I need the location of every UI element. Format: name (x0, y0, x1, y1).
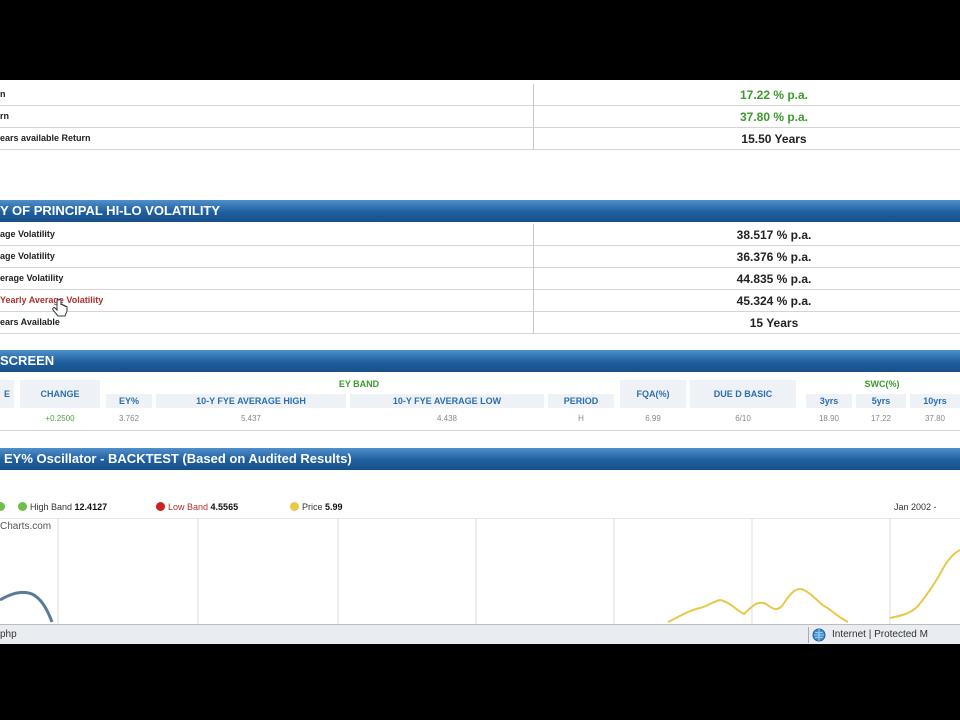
screen-section-title: SCREEN (0, 353, 55, 368)
col-header-avg-low: 10-Y FYE AVERAGE LOW (350, 394, 544, 408)
cell-3yrs: 18.90 (818, 414, 840, 423)
return-label: n (0, 89, 6, 99)
screen-section-header: SCREEN (0, 350, 960, 372)
return-value: 17.22 % p.a. (739, 88, 809, 102)
legend-item-high-band: High Band 12.4127 (18, 502, 107, 512)
legend-dot-icon (290, 502, 299, 511)
col-header-e: E (0, 380, 14, 408)
legend-item-low-band: Low Band 4.5565 (156, 502, 238, 512)
globe-icon (812, 628, 826, 642)
return-row-1: n 17.22 % p.a. (0, 84, 960, 106)
legend-label: Price (302, 502, 323, 512)
cell-period: H (578, 414, 584, 423)
volatility-value: 36.376 % p.a. (736, 250, 812, 264)
cell-due-basic: 6/10 (735, 414, 751, 423)
legend-item-partial (0, 502, 8, 512)
cell-ey-pct: 3.762 (118, 414, 140, 423)
col-header-due-basic: DUE D BASIC (690, 380, 796, 408)
volatility-row-5: ears Available 15 Years (0, 312, 960, 334)
cell-5yrs: 17.22 (870, 414, 892, 423)
status-divider (808, 627, 809, 643)
col-header-5yrs: 5yrs (856, 394, 906, 408)
volatility-label: age Volatility (0, 229, 55, 239)
legend-dot-icon (156, 502, 165, 511)
status-security-zone[interactable]: Internet | Protected M (832, 629, 928, 640)
col-header-swc: SWC(%) (864, 379, 900, 389)
row-divider (0, 430, 960, 431)
cell-avg-low: 4.438 (436, 414, 458, 423)
volatility-value: 44.835 % p.a. (736, 272, 812, 286)
browser-viewport: n 17.22 % p.a. rn 37.80 % p.a. ears avai… (0, 80, 960, 644)
legend-label: Low Band (168, 502, 209, 512)
volatility-row-4[interactable]: Yearly Average Volatility 45.324 % p.a. (0, 290, 960, 312)
return-value: 37.80 % p.a. (739, 110, 809, 124)
col-header-change: CHANGE (20, 380, 100, 408)
volatility-label: erage Volatility (0, 273, 64, 283)
return-value: 15.50 Years (741, 132, 807, 146)
legend-value: 12.4127 (74, 502, 108, 512)
volatility-section-title: Y OF PRINCIPAL HI-LO VOLATILITY (0, 203, 221, 218)
browser-status-bar: php Internet | Protected M (0, 624, 960, 644)
volatility-row-2: age Volatility 36.376 % p.a. (0, 246, 960, 268)
backtest-chart (0, 518, 960, 624)
legend-value: 4.5565 (210, 502, 239, 512)
col-header-fqa: FQA(%) (620, 380, 686, 408)
col-header-10yrs: 10yrs (910, 394, 960, 408)
volatility-value: 45.324 % p.a. (736, 294, 812, 308)
legend-item-price: Price 5.99 (290, 502, 343, 512)
cell-avg-high: 5.437 (240, 414, 262, 423)
col-header-period: PERIOD (548, 394, 614, 408)
backtest-section-header: EY% Oscillator - BACKTEST (Based on Audi… (0, 448, 960, 470)
chart-ey-line (0, 590, 54, 623)
cell-10yrs: 37.80 (924, 414, 946, 423)
col-header-ey-band: EY BAND (338, 379, 380, 389)
col-header-3yrs: 3yrs (806, 394, 852, 408)
return-row-2: rn 37.80 % p.a. (0, 106, 960, 128)
legend-dot-icon (18, 502, 27, 511)
cell-fqa: 6.99 (645, 414, 661, 423)
volatility-label: age Volatility (0, 251, 55, 261)
status-url: php (0, 629, 17, 640)
legend-value: 5.99 (325, 502, 343, 512)
volatility-section-header: Y OF PRINCIPAL HI-LO VOLATILITY (0, 200, 960, 222)
col-header-ey-pct: EY% (106, 394, 152, 408)
volatility-value: 38.517 % p.a. (736, 228, 812, 242)
cell-change: +0.2500 (45, 414, 75, 423)
return-label: ears available Return (0, 133, 91, 143)
volatility-value: 15 Years (749, 316, 799, 330)
col-header-avg-high: 10-Y FYE AVERAGE HIGH (156, 394, 346, 408)
volatility-row-3: erage Volatility 44.835 % p.a. (0, 268, 960, 290)
chart-price-line (667, 549, 960, 623)
return-row-3: ears available Return 15.50 Years (0, 128, 960, 150)
backtest-section-title: EY% Oscillator - BACKTEST (Based on Audi… (4, 451, 352, 466)
chart-watermark: Charts.com (0, 521, 52, 532)
return-label: rn (0, 111, 9, 121)
chart-date-range: Jan 2002 - (894, 502, 937, 512)
legend-label: High Band (30, 502, 73, 512)
volatility-row-1: age Volatility 38.517 % p.a. (0, 224, 960, 246)
hand-cursor-icon (52, 298, 68, 317)
legend-dot-icon (0, 502, 5, 511)
